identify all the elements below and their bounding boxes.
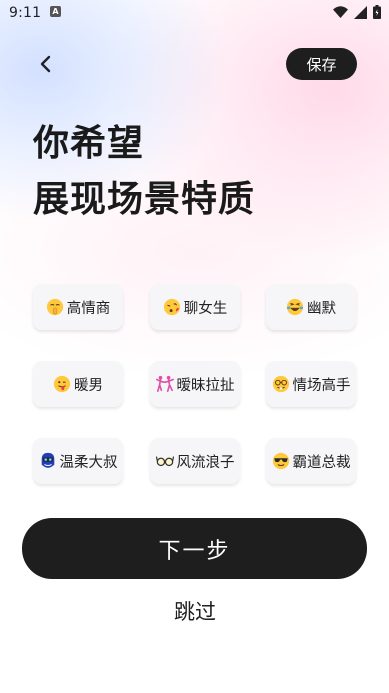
tag-label: 情场高手 — [292, 377, 351, 394]
tag-label: 风流浪子 — [176, 454, 235, 471]
skip-link[interactable]: 跳过 — [150, 596, 240, 628]
kissing-face-icon — [163, 298, 180, 316]
status-bar: 9:11 A — [0, 0, 389, 26]
dancing-people-icon — [155, 375, 174, 393]
system-icons — [333, 5, 381, 19]
tag-option[interactable]: 暧昧拉扯 — [150, 361, 240, 407]
save-button[interactable]: 保存 — [286, 48, 357, 80]
tag-label: 高情商 — [66, 300, 111, 317]
nerd-face-icon — [272, 375, 289, 393]
tag-label: 温柔大叔 — [59, 454, 118, 471]
battery-icon — [373, 5, 381, 19]
page-title: 你希望 展现场景特质 — [33, 116, 255, 228]
tag-option[interactable]: 情场高手 — [266, 361, 356, 407]
tongue-face-icon — [53, 375, 71, 393]
tag-option[interactable]: 风流浪子 — [150, 438, 240, 484]
tag-label: 暧昧拉扯 — [176, 377, 235, 394]
tag-option[interactable]: 高情商 — [33, 284, 123, 330]
wifi-icon — [333, 5, 348, 18]
title-line-2: 展现场景特质 — [33, 179, 256, 220]
back-button[interactable] — [34, 52, 58, 76]
title-line-1: 你希望 — [33, 123, 145, 164]
chevron-left-icon — [40, 55, 51, 73]
glasses-icon — [155, 456, 174, 467]
tag-option[interactable]: 暖男 — [33, 361, 123, 407]
laughing-tears-face-icon — [286, 298, 304, 316]
next-step-button[interactable]: 下一步 — [22, 518, 367, 579]
sunglasses-face-icon — [272, 452, 289, 470]
tag-label: 聊女生 — [183, 300, 228, 317]
bearded-man-icon — [41, 452, 54, 468]
background-gradient — [0, 0, 389, 693]
tag-option[interactable]: 聊女生 — [150, 284, 240, 330]
signal-icon — [354, 5, 367, 19]
tag-option[interactable]: 幽默 — [266, 284, 356, 330]
tag-label: 幽默 — [307, 300, 336, 317]
shush-face-icon — [46, 298, 63, 316]
tag-option[interactable]: 温柔大叔 — [33, 438, 123, 484]
status-time: 9:11 — [9, 5, 42, 21]
tag-label: 霸道总裁 — [292, 454, 351, 471]
tag-option[interactable]: 霸道总裁 — [266, 438, 356, 484]
notification-a-icon: A — [50, 6, 61, 17]
tag-label: 暖男 — [74, 377, 103, 394]
